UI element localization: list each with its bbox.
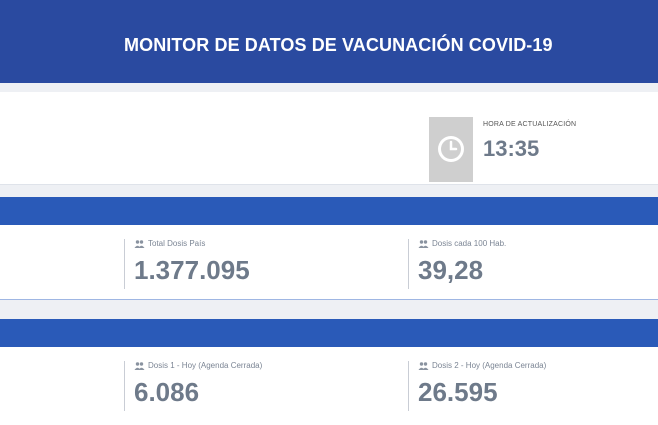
stat-label: Dosis 1 - Hoy (Agenda Cerrada) xyxy=(148,361,263,370)
stat-value: 6.086 xyxy=(134,377,200,407)
update-card: HORA DE ACTUALIZACIÓN 13:35 xyxy=(429,117,658,182)
stat-value: 26.595 xyxy=(418,377,498,407)
update-panel: HORA DE ACTUALIZACIÓN 13:35 xyxy=(0,92,658,185)
stat-dosis2-hoy: Dosis 2 - Hoy (Agenda Cerrada) 26.595 xyxy=(408,361,546,411)
page-title: MONITOR DE DATOS DE VACUNACIÓN COVID-19 xyxy=(124,35,553,55)
clock-icon xyxy=(438,136,464,162)
update-label: HORA DE ACTUALIZACIÓN xyxy=(483,121,577,128)
stats-panel-1: Total Dosis País 1.377.095 Dosis cada 10… xyxy=(0,225,658,300)
stat-dosis-100hab: Dosis cada 100 Hab. 39,28 xyxy=(408,239,506,289)
page-header: MONITOR DE DATOS DE VACUNACIÓN COVID-19 xyxy=(0,0,658,83)
stat-total-dosis: Total Dosis País 1.377.095 xyxy=(124,239,250,289)
users-icon xyxy=(418,362,429,370)
update-time: 13:35 xyxy=(483,136,540,161)
stat-value: 1.377.095 xyxy=(134,255,250,285)
stats-panel-2: Dosis 1 - Hoy (Agenda Cerrada) 6.086 Dos… xyxy=(0,347,658,425)
users-icon xyxy=(134,240,145,248)
stat-dosis1-hoy: Dosis 1 - Hoy (Agenda Cerrada) 6.086 xyxy=(124,361,262,411)
stat-value: 39,28 xyxy=(418,255,484,285)
section-band xyxy=(0,319,658,347)
section-band xyxy=(0,197,658,225)
stat-label: Total Dosis País xyxy=(148,239,206,248)
clock-tile xyxy=(429,117,473,182)
users-icon xyxy=(418,240,429,248)
users-icon xyxy=(134,362,145,370)
stat-label: Dosis cada 100 Hab. xyxy=(432,239,507,248)
stat-label: Dosis 2 - Hoy (Agenda Cerrada) xyxy=(432,361,547,370)
